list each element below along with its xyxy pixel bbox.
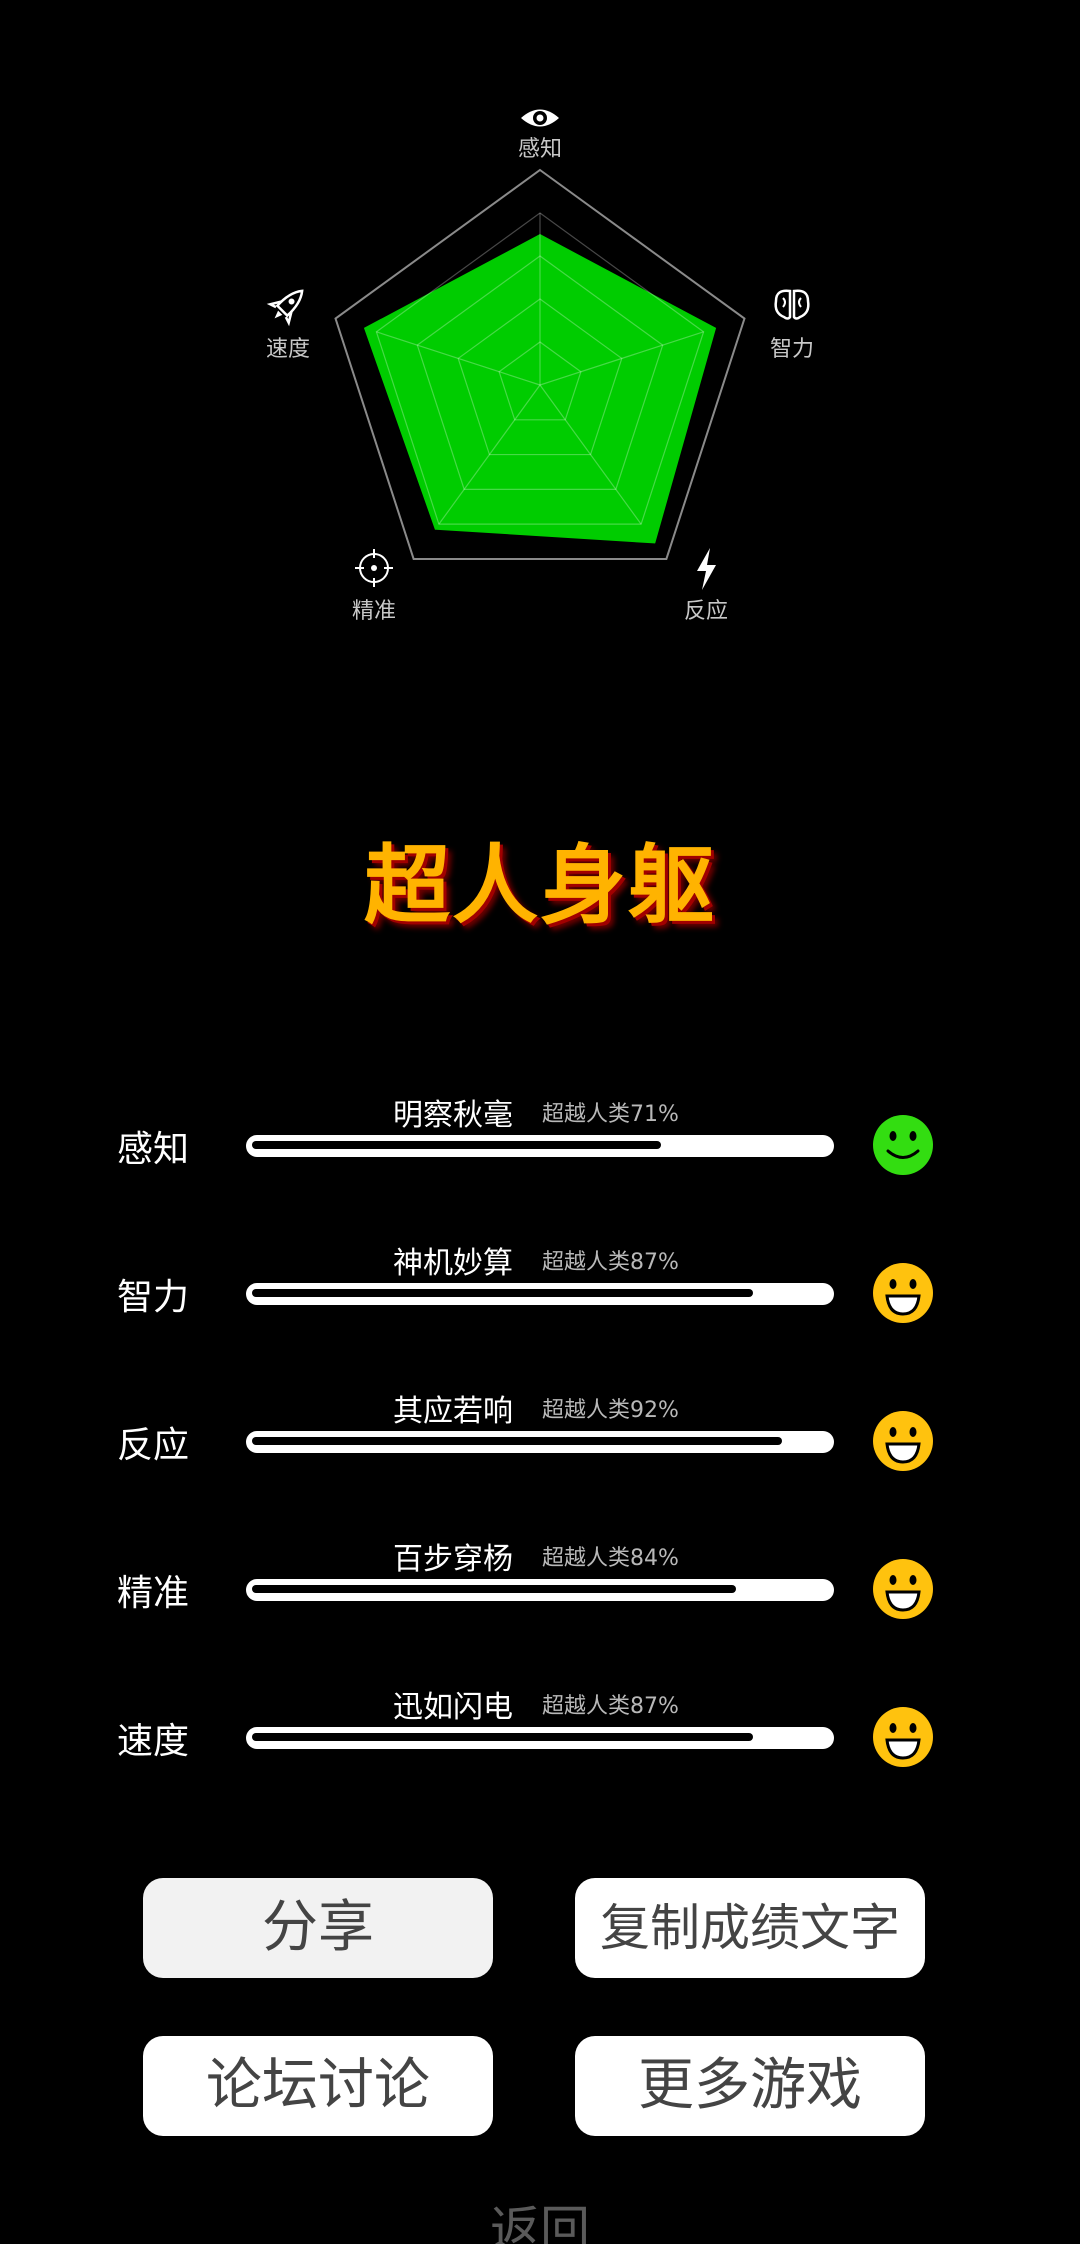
back-link[interactable]: 返回 — [0, 2190, 1080, 2244]
stat-name: 反应 — [117, 1425, 190, 1466]
stat-progress-fill — [252, 1733, 753, 1741]
stat-progress-fill — [252, 1141, 661, 1149]
stat-percentile: 超越人类87% — [542, 1250, 679, 1275]
stat-name: 精准 — [117, 1573, 190, 1614]
stat-description: 迅如闪电 — [393, 1690, 513, 1725]
stat-progress-track — [246, 1727, 834, 1749]
stat-progress-track — [246, 1135, 834, 1157]
stat-progress-track — [246, 1283, 834, 1305]
stat-name: 智力 — [117, 1277, 190, 1318]
stat-progress-track — [246, 1579, 834, 1601]
stat-row: 感知 明察秋毫 超越人类71% — [0, 1090, 1080, 1200]
forum-button[interactable]: 论坛讨论 — [143, 2036, 493, 2136]
stat-row: 智力 神机妙算 超越人类87% — [0, 1238, 1080, 1348]
stat-percentile: 超越人类87% — [542, 1694, 679, 1719]
stat-description: 百步穿杨 — [393, 1542, 513, 1577]
target-icon — [355, 549, 393, 587]
grinning-face-icon — [873, 1559, 933, 1619]
lightning-icon — [697, 548, 716, 590]
brain-icon — [774, 289, 810, 320]
stat-description: 明察秋毫 — [393, 1098, 513, 1133]
eye-icon — [521, 109, 559, 127]
stat-name: 速度 — [117, 1721, 190, 1762]
stat-progress-fill — [252, 1289, 753, 1297]
stat-row: 反应 其应若响 超越人类92% — [0, 1386, 1080, 1496]
stat-percentile: 超越人类84% — [542, 1546, 679, 1571]
radar-chart: 感知智力反应 精准 速度 — [266, 109, 814, 624]
smiley-face-icon — [873, 1115, 933, 1175]
share-button[interactable]: 分享 — [143, 1878, 493, 1978]
rocket-icon — [266, 289, 304, 327]
stat-description: 其应若响 — [393, 1394, 513, 1429]
grinning-face-icon — [873, 1263, 933, 1323]
stat-description: 神机妙算 — [393, 1246, 513, 1281]
result-title: 超人身躯 — [364, 836, 716, 936]
results-screen: 感知 智力 反应 精准 速度 超人身躯 感知 明察秋毫 超越人类71% 智力 神机妙算 超越人类8… — [0, 0, 1080, 2244]
radar-axis-label: 速度 — [266, 337, 310, 362]
grinning-face-icon — [873, 1707, 933, 1767]
radar-axis-label: 精准 — [352, 599, 396, 624]
copy-result-button[interactable]: 复制成绩文字 — [575, 1878, 925, 1978]
stat-progress-track — [246, 1431, 834, 1453]
radar-axis-label: 智力 — [770, 337, 814, 362]
stat-progress-fill — [252, 1437, 782, 1445]
stat-name: 感知 — [117, 1129, 190, 1170]
radar-axis-label: 反应 — [684, 599, 728, 624]
stat-progress-fill — [252, 1585, 736, 1593]
radar-axis-label: 感知 — [518, 137, 562, 162]
stat-percentile: 超越人类92% — [542, 1398, 679, 1423]
grinning-face-icon — [873, 1411, 933, 1471]
stat-row: 精准 百步穿杨 超越人类84% — [0, 1534, 1080, 1644]
stat-percentile: 超越人类71% — [542, 1102, 679, 1127]
more-games-button[interactable]: 更多游戏 — [575, 2036, 925, 2136]
stat-row: 速度 迅如闪电 超越人类87% — [0, 1682, 1080, 1792]
